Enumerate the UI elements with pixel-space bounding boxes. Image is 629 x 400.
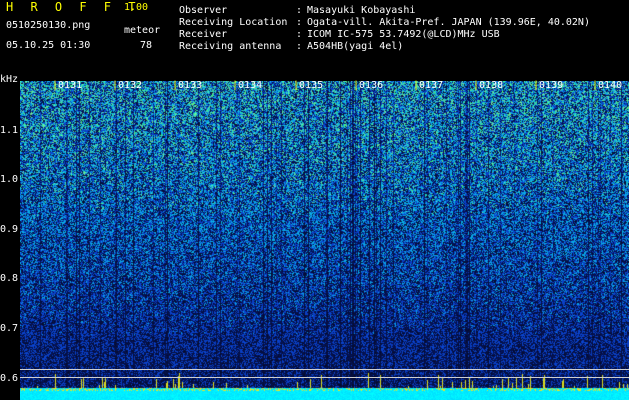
info-label-antenna: Receiving antenna <box>179 41 282 52</box>
app-version: 1.00 <box>124 2 149 13</box>
info-label-location: Receiving Location <box>179 17 288 28</box>
info-label-observer: Observer <box>179 5 228 16</box>
y-tick-label: 1.0 <box>0 174 19 185</box>
info-value-antenna: A504HB(yagi 4el) <box>307 41 404 52</box>
y-tick-label: 0.9 <box>0 224 19 235</box>
info-label-receiver: Receiver <box>179 29 228 40</box>
info-colon: : <box>296 17 303 28</box>
time-tick-label: |0134 <box>232 80 263 91</box>
header-panel: H R O F F T 1.00 0510250130.png meteor 0… <box>0 0 629 70</box>
time-tick-label: |0136 <box>353 80 384 91</box>
info-colon: : <box>296 29 303 40</box>
time-tick-label: |0135 <box>293 80 324 91</box>
y-tick-label: 1.1 <box>0 125 19 136</box>
info-colon: : <box>296 5 303 16</box>
y-tick-label: 0.6 <box>0 373 19 384</box>
info-value-observer: Masayuki Kobayashi <box>307 5 416 16</box>
meteor-count: 78 <box>140 40 153 51</box>
info-colon: : <box>296 41 303 52</box>
reference-line <box>20 377 629 378</box>
spectrogram-canvas <box>20 81 629 400</box>
image-filename: 0510250130.png <box>6 20 91 31</box>
app-brand: H R O F F T <box>6 0 141 14</box>
datetime: 05.10.25 01:30 <box>6 40 91 51</box>
time-tick-label: |0133 <box>172 80 203 91</box>
time-tick-label: |0138 <box>473 80 504 91</box>
time-tick-label: |0139 <box>533 80 564 91</box>
y-tick-label: 0.7 <box>0 323 19 334</box>
time-tick-label: |0131 <box>52 80 83 91</box>
reference-line <box>20 369 629 370</box>
time-tick-label: |0140 <box>592 80 623 91</box>
time-tick-label: |0132 <box>112 80 143 91</box>
meteor-label: meteor <box>124 25 161 36</box>
time-tick-label: |0137 <box>413 80 444 91</box>
y-tick-label: 0.8 <box>0 273 19 284</box>
info-value-location: Ogata-vill. Akita-Pref. JAPAN (139.96E, … <box>307 17 590 28</box>
y-axis-unit: kHz <box>0 74 19 85</box>
info-value-receiver: ICOM IC-575 53.7492(@LCD)MHz USB <box>307 29 500 40</box>
